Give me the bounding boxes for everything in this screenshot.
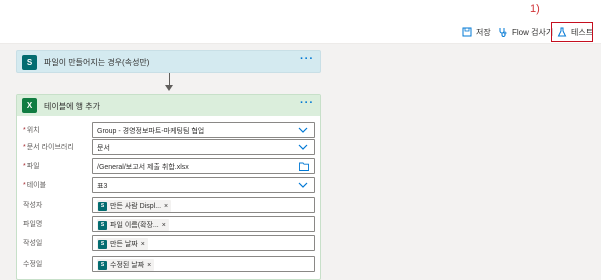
remove-token-icon[interactable]: × [164, 203, 168, 210]
flow-checker-label: Flow 검사기 [512, 27, 554, 37]
save-label: 저장 [476, 27, 491, 37]
created-date-input[interactable]: S 만든 날짜 × [92, 235, 315, 251]
command-bar: 저장 Flow 검사기 테스트 [0, 20, 601, 44]
location-dropdown[interactable]: Group - 경영정보파트-마케팅팀 협업 [92, 122, 315, 138]
field-label: 수정일 [23, 261, 43, 268]
sharepoint-icon: S [22, 55, 37, 70]
trigger-title: 파일이 만들어지는 경우(속성만) [44, 58, 150, 67]
action-title: 테이블에 행 추가 [44, 102, 100, 111]
dynamic-content-token[interactable]: S 수정된 날짜 × [97, 259, 155, 271]
field-modified-date: 수정일 S 수정된 날짜 × [17, 256, 320, 273]
field-document-library: *문서 라이브러리 문서 [17, 139, 320, 156]
field-author: 작성자 S 만든 사람 Displ... × [17, 197, 320, 214]
field-value: 표3 [97, 183, 108, 190]
field-value: Group - 경영정보파트-마케팅팀 협업 [97, 128, 205, 135]
field-filename: 파일명 S 파일 이름(확장... × [17, 216, 320, 233]
folder-icon[interactable] [299, 162, 309, 171]
required-marker: * [23, 182, 26, 189]
field-label-text: 파일 [26, 163, 40, 170]
sharepoint-token-icon: S [98, 260, 107, 270]
token-text: 만든 날짜 [110, 241, 138, 248]
remove-token-icon[interactable]: × [141, 241, 145, 248]
token-text: 수정된 날짜 [110, 262, 145, 269]
field-label-text: 문서 라이브러리 [26, 144, 74, 151]
action-more-menu[interactable]: ··· [300, 97, 314, 109]
token-text: 파일 이름(확장... [110, 222, 159, 229]
chevron-down-icon [298, 182, 308, 188]
chevron-down-icon [298, 144, 308, 150]
test-highlight-box [551, 22, 593, 42]
field-file: *파일 /General/보고서 제출 취합.xlsx [17, 158, 320, 175]
flow-checker-button[interactable]: Flow 검사기 [498, 24, 553, 40]
required-marker: * [23, 144, 26, 151]
trigger-more-menu[interactable]: ··· [300, 53, 314, 65]
field-created-date: 작성일 S 만든 날짜 × [17, 235, 320, 252]
table-dropdown[interactable]: 표3 [92, 177, 315, 193]
required-marker: * [23, 163, 26, 170]
field-label-text: 테이블 [26, 182, 47, 189]
field-label: 파일명 [23, 221, 43, 228]
chevron-down-icon [298, 127, 308, 133]
field-label: 작성자 [23, 202, 43, 209]
annotation-marker: 1) [530, 3, 540, 15]
stethoscope-icon [499, 28, 507, 37]
field-label: *문서 라이브러리 [23, 142, 74, 152]
arrow-down-icon [165, 85, 173, 91]
sharepoint-token-icon: S [98, 239, 107, 249]
remove-token-icon[interactable]: × [147, 262, 151, 269]
field-label: 작성일 [23, 240, 43, 247]
field-label-text: 위치 [26, 127, 40, 134]
field-label: *위치 [23, 125, 40, 135]
filename-input[interactable]: S 파일 이름(확장... × [92, 216, 315, 232]
field-value: /General/보고서 제출 취합.xlsx [97, 164, 189, 171]
trigger-card[interactable]: S 파일이 만들어지는 경우(속성만) ··· [16, 50, 321, 73]
sharepoint-token-icon: S [98, 220, 107, 230]
dynamic-content-token[interactable]: S 만든 사람 Displ... × [97, 200, 172, 212]
remove-token-icon[interactable]: × [162, 222, 166, 229]
excel-icon: X [22, 98, 37, 113]
field-label: *테이블 [23, 180, 46, 190]
dynamic-content-token[interactable]: S 파일 이름(확장... × [97, 219, 169, 231]
author-input[interactable]: S 만든 사람 Displ... × [92, 197, 315, 213]
save-button[interactable]: 저장 [462, 24, 491, 40]
sharepoint-token-icon: S [98, 201, 107, 211]
file-path-input[interactable]: /General/보고서 제출 취합.xlsx [92, 158, 315, 174]
action-card-header[interactable]: X 테이블에 행 추가 ··· [17, 95, 320, 116]
token-text: 만든 사람 Displ... [110, 203, 162, 210]
modified-date-input[interactable]: S 수정된 날짜 × [92, 256, 315, 272]
save-icon [462, 27, 472, 37]
field-value: 문서 [97, 145, 110, 152]
field-location: *위치 Group - 경영정보파트-마케팅팀 협업 [17, 122, 320, 139]
dynamic-content-token[interactable]: S 만든 날짜 × [97, 238, 148, 250]
action-card: X 테이블에 행 추가 ··· *위치 Group - 경영정보파트-마케팅팀 … [16, 94, 321, 280]
field-label: *파일 [23, 161, 40, 171]
field-table: *테이블 표3 [17, 177, 320, 194]
required-marker: * [23, 127, 26, 134]
document-library-dropdown[interactable]: 문서 [92, 139, 315, 155]
